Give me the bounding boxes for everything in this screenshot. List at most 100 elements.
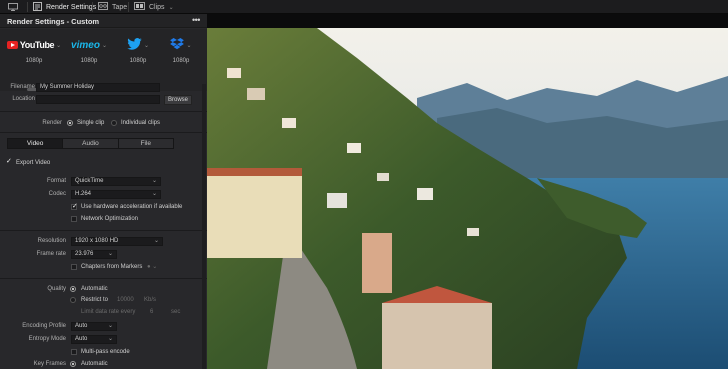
- tab-video[interactable]: Video: [8, 139, 64, 148]
- preset-vimeo-res: 1080p: [80, 58, 98, 64]
- video-frame: [207, 28, 728, 369]
- top-toolbar: Render Settings Tape Clips ⌄: [0, 0, 728, 14]
- monitor-icon[interactable]: [8, 0, 18, 14]
- codec-label: Codec: [48, 191, 66, 197]
- chevron-down-icon[interactable]: ⌄: [102, 42, 107, 49]
- framerate-select[interactable]: 23.976 ⌄: [71, 250, 117, 259]
- restrict-to-label: Restrict to: [81, 297, 109, 303]
- chevron-down-icon: ⌄: [151, 178, 157, 184]
- entropy-select[interactable]: Auto ⌄: [71, 335, 117, 344]
- divider: [0, 111, 207, 112]
- chevron-down-icon[interactable]: ⌄: [144, 42, 149, 49]
- entropy-value: Auto: [75, 336, 88, 342]
- encoding-select[interactable]: Auto ⌄: [71, 322, 117, 331]
- preset-youtube-name: YouTube: [19, 40, 55, 50]
- divider: [0, 278, 207, 279]
- twitter-bird-icon: [127, 38, 142, 52]
- filename-field[interactable]: My Summer Holiday: [36, 83, 160, 92]
- divider: [0, 230, 207, 231]
- restrict-to-radio[interactable]: [70, 297, 76, 303]
- render-settings-icon: [33, 1, 42, 13]
- toolbar-tape-label: Tape: [112, 3, 128, 11]
- single-clip-label: Single clip: [77, 120, 105, 126]
- network-optimization-label: Network Optimization: [81, 216, 139, 222]
- filename-label: Filename: [10, 84, 35, 90]
- single-clip-radio[interactable]: [67, 120, 73, 126]
- location-label: Location: [12, 96, 35, 102]
- individual-clips-radio[interactable]: [111, 120, 117, 126]
- clips-icon: [134, 2, 145, 12]
- keyframes-label: Key Frames: [33, 361, 66, 367]
- chapters-checkbox[interactable]: [71, 264, 77, 270]
- multipass-label: Multi-pass encode: [81, 349, 130, 355]
- chevron-down-icon[interactable]: ⌄: [186, 42, 191, 49]
- more-options-icon[interactable]: •••: [192, 15, 200, 25]
- keyframes-automatic-radio[interactable]: [70, 361, 76, 367]
- format-value: QuickTime: [75, 178, 104, 184]
- panel-header: Render Settings - Custom •••: [0, 14, 207, 28]
- vimeo-logo: vimeo: [71, 39, 100, 51]
- marker-color-icon[interactable]: ● ⌄: [147, 263, 157, 270]
- preset-strip: YouTube ⌄ 1080p vimeo ⌄ 1080p ⌄ 1080p ⌄ …: [0, 29, 207, 91]
- keyframes-automatic-label: Automatic: [81, 361, 108, 367]
- preset-vimeo[interactable]: vimeo ⌄ 1080p: [66, 33, 112, 83]
- hw-accel-checkbox[interactable]: [71, 202, 78, 210]
- toolbar-tape[interactable]: Tape: [98, 0, 127, 14]
- codec-select[interactable]: H.264 ⌄: [71, 190, 161, 199]
- format-select[interactable]: QuickTime ⌄: [71, 177, 161, 186]
- youtube-logo: [6, 41, 18, 49]
- quality-automatic-radio[interactable]: [70, 286, 76, 292]
- preset-twitter[interactable]: ⌄ 1080p: [118, 33, 158, 83]
- viewer: [207, 14, 728, 369]
- resolution-value: 1920 x 1080 HD: [75, 238, 119, 244]
- tape-icon: [98, 2, 108, 12]
- panel-scrollbar[interactable]: [202, 84, 206, 369]
- preset-youtube-res: 1080p: [25, 58, 43, 64]
- location-field[interactable]: [36, 95, 160, 104]
- limit-rate-label: Limit data rate every: [81, 309, 136, 315]
- chevron-down-icon[interactable]: ⌄: [169, 4, 174, 11]
- multipass-checkbox[interactable]: [71, 349, 77, 355]
- hw-accel-label: Use hardware acceleration if available: [81, 204, 183, 210]
- limit-value[interactable]: 6: [150, 309, 153, 315]
- preset-dropbox-res: 1080p: [172, 58, 190, 64]
- divider: [0, 132, 207, 133]
- render-label: Render: [42, 120, 62, 126]
- render-settings-panel: Render Settings - Custom ••• YouTube ⌄ 1…: [0, 14, 207, 369]
- entropy-label: Entropy Mode: [28, 336, 66, 342]
- resolution-label: Resolution: [37, 238, 66, 244]
- chevron-down-icon: ⌄: [151, 191, 157, 197]
- chevron-down-icon: ⌄: [107, 251, 113, 257]
- framerate-label: Frame rate: [36, 251, 66, 257]
- tab-audio[interactable]: Audio: [63, 139, 119, 148]
- limit-unit: sec: [171, 309, 181, 315]
- framerate-value: 23.976: [75, 251, 94, 257]
- panel-title: Render Settings - Custom: [7, 17, 100, 26]
- format-label: Format: [46, 178, 66, 184]
- export-video-checkbox[interactable]: [6, 157, 12, 166]
- chevron-down-icon: ⌄: [153, 238, 159, 244]
- restrict-unit: Kb/s: [144, 297, 157, 303]
- toolbar-clips[interactable]: Clips ⌄: [134, 0, 174, 14]
- toolbar-clips-label: Clips: [149, 3, 165, 11]
- restrict-value[interactable]: 10000: [117, 297, 134, 303]
- preset-dropbox[interactable]: ⌄ 1080p: [162, 33, 200, 83]
- quality-automatic-label: Automatic: [81, 286, 108, 292]
- network-optimization-checkbox[interactable]: [71, 216, 77, 222]
- toolbar-render-settings-label: Render Settings: [46, 3, 97, 11]
- resolution-select[interactable]: 1920 x 1080 HD ⌄: [71, 237, 163, 246]
- settings-tabs: Video Audio File: [7, 138, 174, 149]
- toolbar-render-settings[interactable]: Render Settings: [33, 0, 96, 14]
- encoding-label: Encoding Profile: [22, 323, 66, 329]
- tab-file[interactable]: File: [118, 139, 173, 148]
- browse-button[interactable]: Browse: [164, 95, 192, 105]
- chapters-label: Chapters from Markers: [81, 264, 143, 270]
- chevron-down-icon[interactable]: ⌄: [56, 42, 61, 49]
- chevron-down-icon: ⌄: [107, 323, 113, 329]
- export-video-label: Export Video: [16, 160, 51, 166]
- preset-youtube[interactable]: YouTube ⌄ 1080p: [6, 33, 62, 83]
- codec-value: H.264: [75, 191, 92, 197]
- preset-twitter-res: 1080p: [129, 58, 147, 64]
- encoding-value: Auto: [75, 323, 88, 329]
- individual-clips-label: Individual clips: [121, 120, 161, 126]
